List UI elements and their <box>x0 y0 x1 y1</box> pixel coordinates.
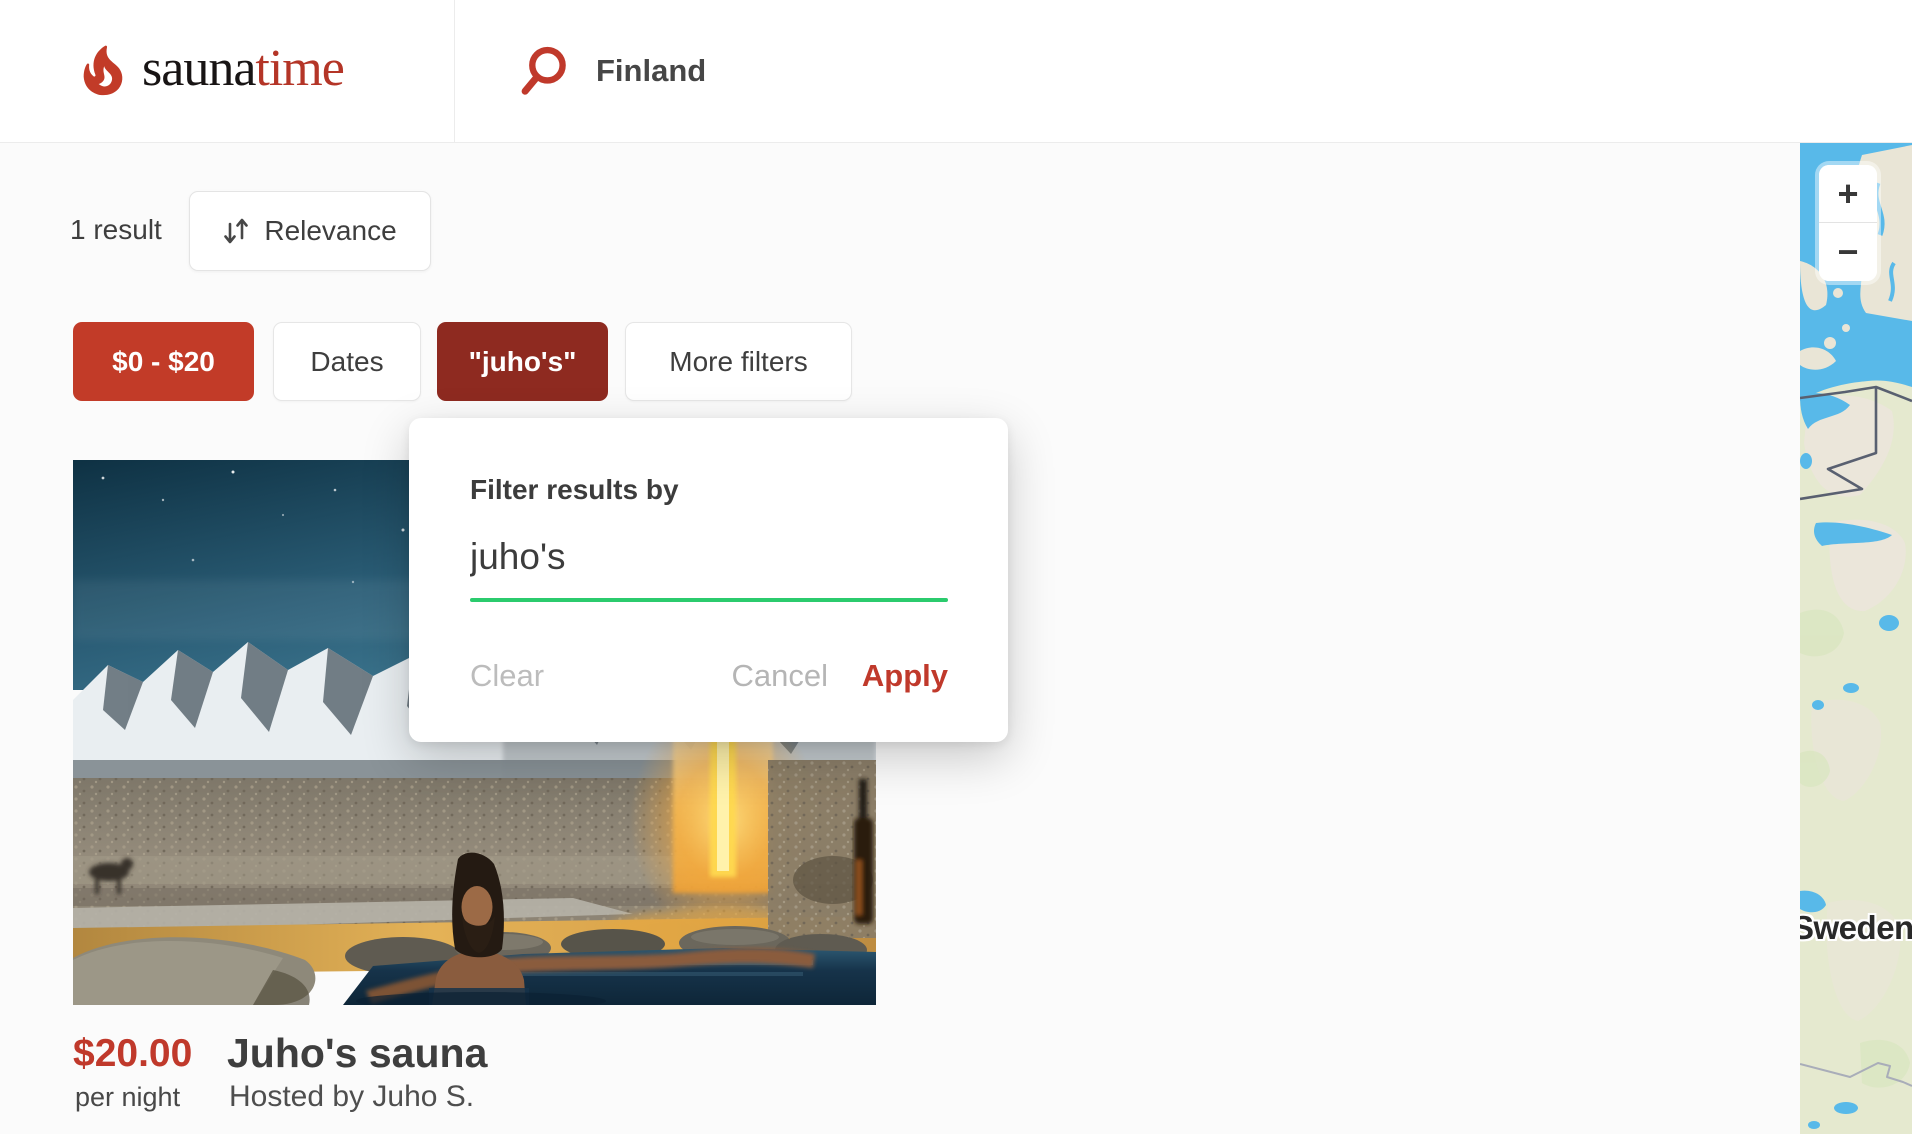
zoom-out-button[interactable]: − <box>1819 223 1877 281</box>
header: saunatime Finland <box>0 0 1912 143</box>
sort-button[interactable]: Relevance <box>189 191 431 271</box>
filter-keyword-input[interactable] <box>470 530 948 584</box>
filter-chip-keyword[interactable]: "juho's" <box>437 322 608 401</box>
listing-host: Hosted by Juho S. <box>229 1080 474 1114</box>
listing-summary: $20.00 per night Juho's sauna Hosted by … <box>73 1032 773 1122</box>
listing-title[interactable]: Juho's sauna <box>227 1030 487 1077</box>
zoom-in-button[interactable]: + <box>1819 165 1877 223</box>
popover-title: Filter results by <box>470 474 679 506</box>
app-root: saunatime Finland 1 result Relevance $0 … <box>0 0 1912 1134</box>
sort-label: Relevance <box>264 215 396 247</box>
brand-primary: sauna <box>142 40 255 97</box>
filter-chip-dates[interactable]: Dates <box>273 322 421 401</box>
brand-accent: time <box>255 40 343 97</box>
map[interactable]: Sweden + − <box>1800 143 1912 1134</box>
map-zoom-control: + − <box>1819 165 1877 281</box>
cancel-button[interactable]: Cancel <box>732 658 829 694</box>
search-icon <box>520 45 572 97</box>
filter-chip-price[interactable]: $0 - $20 <box>73 322 254 401</box>
filter-chip-more-filters[interactable]: More filters <box>625 322 852 401</box>
listing-price: $20.00 <box>73 1032 192 1076</box>
results-count: 1 result <box>70 214 162 246</box>
flame-icon <box>74 40 132 102</box>
listing-price-unit: per night <box>75 1082 180 1113</box>
popover-actions: Clear Cancel Apply <box>470 658 948 698</box>
brand-wordmark: saunatime <box>142 39 344 98</box>
filter-popover: Filter results by Clear Cancel Apply <box>409 418 1008 742</box>
input-underline <box>470 598 948 602</box>
search-query[interactable]: Finland <box>596 53 706 89</box>
clear-button[interactable]: Clear <box>470 658 544 694</box>
search-bar[interactable]: Finland <box>520 0 706 142</box>
logo[interactable]: saunatime <box>0 0 455 142</box>
map-region-label: Sweden <box>1800 909 1912 947</box>
map-art <box>1800 143 1912 1134</box>
sort-icon <box>223 216 249 246</box>
apply-button[interactable]: Apply <box>862 658 948 694</box>
